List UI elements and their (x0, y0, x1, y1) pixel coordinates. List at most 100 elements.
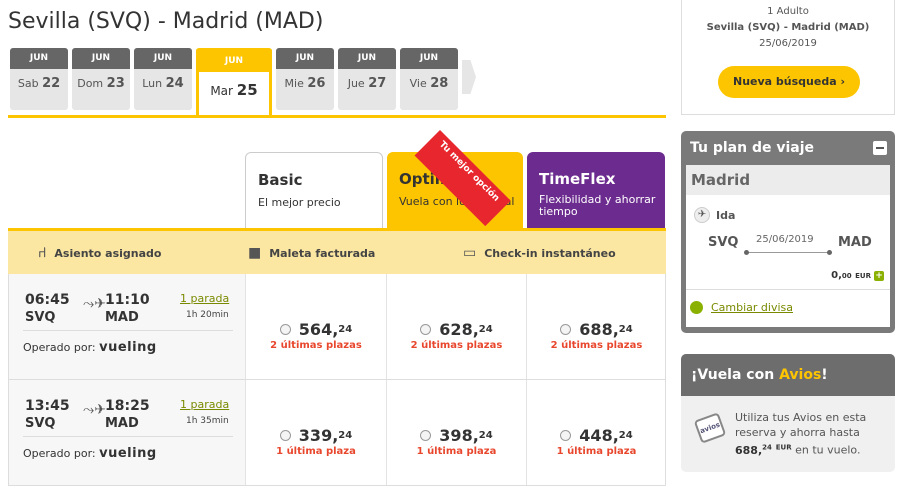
date-day: 22 (42, 76, 61, 91)
currency-icon (690, 301, 703, 314)
stops-link[interactable]: 1 parada (180, 398, 229, 411)
date-tab-23[interactable]: JUN Dom 23 (72, 48, 130, 110)
fare-radio[interactable] (560, 430, 572, 441)
fare-cell-optima[interactable]: 398, 24 1 última plaza (386, 380, 526, 485)
date-tab-22[interactable]: JUN Sab 22 (10, 48, 68, 110)
feature-seat: ⑁ Asiento asignado (38, 245, 161, 261)
total-dec: 00 (841, 271, 852, 280)
date-day: 27 (368, 76, 387, 91)
plane-icon: ⤳✈ (83, 296, 106, 312)
date-tab-26[interactable]: JUN Mie 26 (276, 48, 334, 110)
change-currency-label: Cambiar divisa (711, 301, 794, 314)
date-tab-27[interactable]: JUN Jue 27 (338, 48, 396, 110)
fare-cell-timeflex[interactable]: 448, 24 1 última plaza (526, 380, 666, 485)
chevron-right-icon: › (840, 75, 846, 88)
date-month: JUN (134, 48, 192, 69)
date-day: 28 (430, 76, 449, 91)
operated-by-label: Operado por: (23, 447, 96, 460)
price-int: 564, (298, 320, 339, 339)
date-month: JUN (199, 51, 269, 72)
airline-logo: vueling (99, 340, 157, 355)
price-int: 688, (579, 320, 619, 339)
avios-text-before: Utiliza tus Avios en esta reserva y ahor… (735, 411, 867, 439)
date-weekday: Mar (210, 84, 233, 98)
seats-left: 2 últimas plazas (410, 340, 503, 351)
change-currency-link[interactable]: Cambiar divisa (690, 301, 793, 314)
price-dec: 24 (618, 430, 633, 441)
fare-cell-optima[interactable]: 628, 24 2 últimas plazas (386, 274, 526, 379)
date-weekday: Lun (142, 77, 163, 90)
feature-label: Asiento asignado (54, 246, 162, 260)
fare-radio[interactable] (420, 430, 432, 441)
date-weekday: Sab (17, 77, 39, 90)
stops-link[interactable]: 1 parada (180, 292, 229, 305)
fare-cell-basic[interactable]: 339, 24 1 última plaza (245, 380, 386, 485)
avios-title-prefix: ¡Vuela con (691, 367, 780, 383)
date-month: JUN (72, 48, 130, 69)
avios-amount-dec: 24 (762, 443, 772, 451)
fare-radio[interactable] (279, 324, 291, 335)
seats-left: 1 última plaza (276, 446, 356, 457)
date-tab-28[interactable]: JUN Vie 28 (400, 48, 458, 110)
avios-title: ¡Vuela con Avios! (681, 354, 895, 396)
departure-code: SVQ (25, 416, 56, 431)
fare-radio[interactable] (279, 430, 291, 441)
departure-code: SVQ (25, 310, 56, 325)
price-dec: 24 (338, 430, 353, 441)
fare-radio[interactable] (560, 324, 572, 335)
airline-logo: vueling (99, 446, 157, 461)
suitcase-icon: ■ (248, 245, 262, 261)
minimize-icon[interactable] (873, 141, 887, 155)
price-int: 339, (298, 426, 339, 445)
price-dec: 24 (478, 430, 493, 441)
avios-text-after: en tu vuelo. (791, 443, 861, 457)
date-day: 26 (307, 76, 326, 91)
plane-icon: ✈ (694, 207, 710, 223)
new-search-button[interactable]: Nueva búsqueda › (718, 66, 860, 98)
fare-desc: El mejor precio (258, 196, 341, 209)
operated-by: Operado por: vueling (23, 446, 157, 461)
departure-time: 13:45 (25, 398, 70, 414)
date-day: 25 (236, 81, 258, 99)
fare-cell-timeflex[interactable]: 688, 24 2 últimas plazas (526, 274, 666, 379)
plan-body: Madrid ✈ Ida SVQ 25/06/2019 MAD 0, 00 EUR… (686, 165, 890, 327)
feature-label: Maleta facturada (269, 246, 376, 260)
page-title: Sevilla (SVQ) - Madrid (MAD) (8, 9, 324, 34)
price-int: 628, (439, 320, 479, 339)
date-weekday: Vie (409, 77, 427, 90)
arrival-code: MAD (105, 310, 139, 325)
plan-leg: ✈ Ida (694, 207, 735, 223)
arrival-time: 18:25 (105, 398, 150, 414)
fare-features-band: ⑁ Asiento asignado ■ Maleta facturada ▭ … (8, 228, 666, 274)
plan-leg-label: Ida (716, 208, 736, 222)
search-summary: 1 Adulto Sevilla (SVQ) - Madrid (MAD) 25… (681, 0, 895, 115)
fare-name: TimeFlex (539, 170, 616, 188)
next-dates-arrow-icon[interactable] (462, 60, 476, 94)
divider (23, 330, 233, 331)
date-underline (8, 115, 666, 118)
plane-icon: ⤳✈ (83, 402, 106, 418)
date-weekday: Dom (77, 77, 104, 90)
date-weekday: Mie (284, 77, 304, 90)
flight-duration: 1h 35min (186, 416, 229, 426)
laptop-icon: ▭ (463, 245, 477, 261)
plan-origin: SVQ (708, 235, 739, 250)
date-day: 23 (106, 76, 125, 91)
seats-left: 1 última plaza (416, 446, 497, 457)
seats-left: 2 últimas plazas (550, 340, 643, 351)
avios-description: Utiliza tus Avios en esta reserva y ahor… (735, 410, 885, 458)
avios-logo-icon: avios (693, 412, 727, 444)
expand-plus-icon[interactable]: + (874, 270, 884, 281)
route-dot (744, 250, 749, 255)
operated-by-label: Operado por: (23, 341, 96, 354)
date-tab-24[interactable]: JUN Lun 24 (134, 48, 192, 110)
fare-radio[interactable] (420, 324, 432, 335)
seats-left: 1 última plaza (556, 446, 637, 457)
fare-cell-basic[interactable]: 564, 24 2 últimas plazas (245, 274, 386, 379)
fare-name: Basic (258, 171, 303, 189)
departure-time: 06:45 (25, 292, 70, 308)
fare-desc: Flexibilidad y ahorrar tiempo (539, 193, 656, 218)
new-search-label: Nueva búsqueda (732, 75, 837, 88)
date-tab-25-selected[interactable]: JUN Mar 25 (196, 48, 272, 118)
price-int: 398, (439, 426, 479, 445)
